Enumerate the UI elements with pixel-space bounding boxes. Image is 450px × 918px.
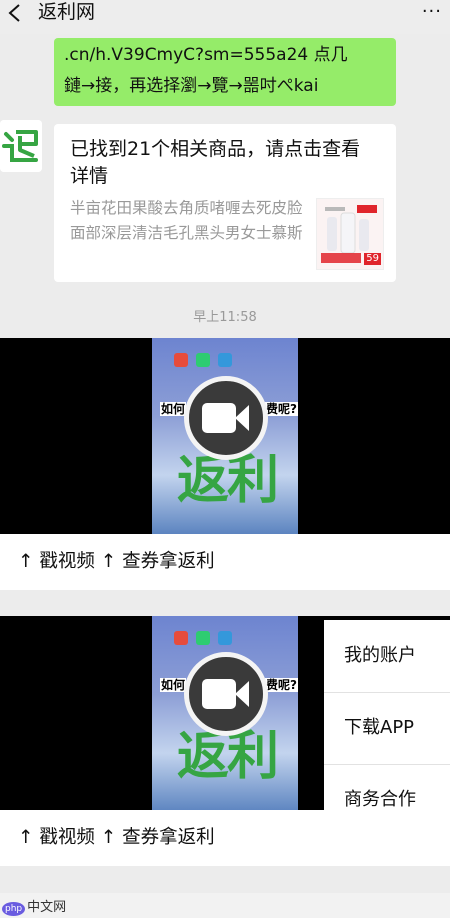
avatar[interactable] [0, 120, 42, 172]
product-thumbnail: 59 [316, 198, 384, 270]
video-overlay-text-right: 费呢? [265, 402, 298, 416]
video-overlay-text-left: 如何 [160, 402, 187, 416]
outgoing-message-line1: .cn/h.V39CmyC?sm=555a24 点几 [64, 45, 348, 65]
chevron-left-icon[interactable] [6, 2, 24, 24]
video-caption-1[interactable]: ↑ 戳视频 ↑ 查券拿返利 [0, 534, 450, 590]
watermark-text: 中文网 [27, 900, 67, 915]
video-overlay-text-left: 如何 [160, 678, 187, 692]
price-badge: 59 [364, 253, 381, 265]
outgoing-message-bubble[interactable]: .cn/h.V39CmyC?sm=555a24 点几 鏈→接，再选择瀏→覽→噐吋… [54, 38, 396, 106]
product-result-card[interactable]: 已找到21个相关商品，请点击查看详情 半亩花田果酸去角质啫喱去死皮脸面部深层清洁… [54, 124, 396, 282]
phone-app-icons [174, 352, 274, 378]
chat-title: 返利网 [38, 1, 96, 23]
title-bar: 返利网 ··· [0, 0, 450, 34]
card-title: 已找到21个相关商品，请点击查看详情 [70, 138, 361, 187]
menu-item-download-app[interactable]: 下载APP [324, 692, 450, 764]
play-video-icon[interactable] [184, 652, 268, 736]
video-player-1[interactable]: 如何 费呢? 返利 [0, 338, 450, 534]
popup-menu: 我的账户 下载APP 商务合作 [324, 620, 450, 850]
outgoing-message-line2: 鏈→接，再选择瀏→覽→噐吋ぺkai [64, 76, 319, 96]
menu-item-business[interactable]: 商务合作 [324, 764, 450, 836]
watermark: php 中文网 [2, 896, 66, 916]
bottom-bar [0, 893, 450, 918]
watermark-badge: php [2, 902, 26, 916]
card-description: 半亩花田果酸去角质啫喱去死皮脸面部深层清洁毛孔黑头男女士慕斯 [70, 199, 303, 242]
play-video-icon[interactable] [184, 376, 268, 460]
video-overlay-text-right: 费呢? [265, 678, 298, 692]
message-timestamp: 早上11:58 [193, 310, 257, 325]
menu-item-my-account[interactable]: 我的账户 [324, 620, 450, 692]
fanli-logo-icon [0, 120, 42, 172]
more-icon[interactable]: ··· [422, 3, 442, 21]
